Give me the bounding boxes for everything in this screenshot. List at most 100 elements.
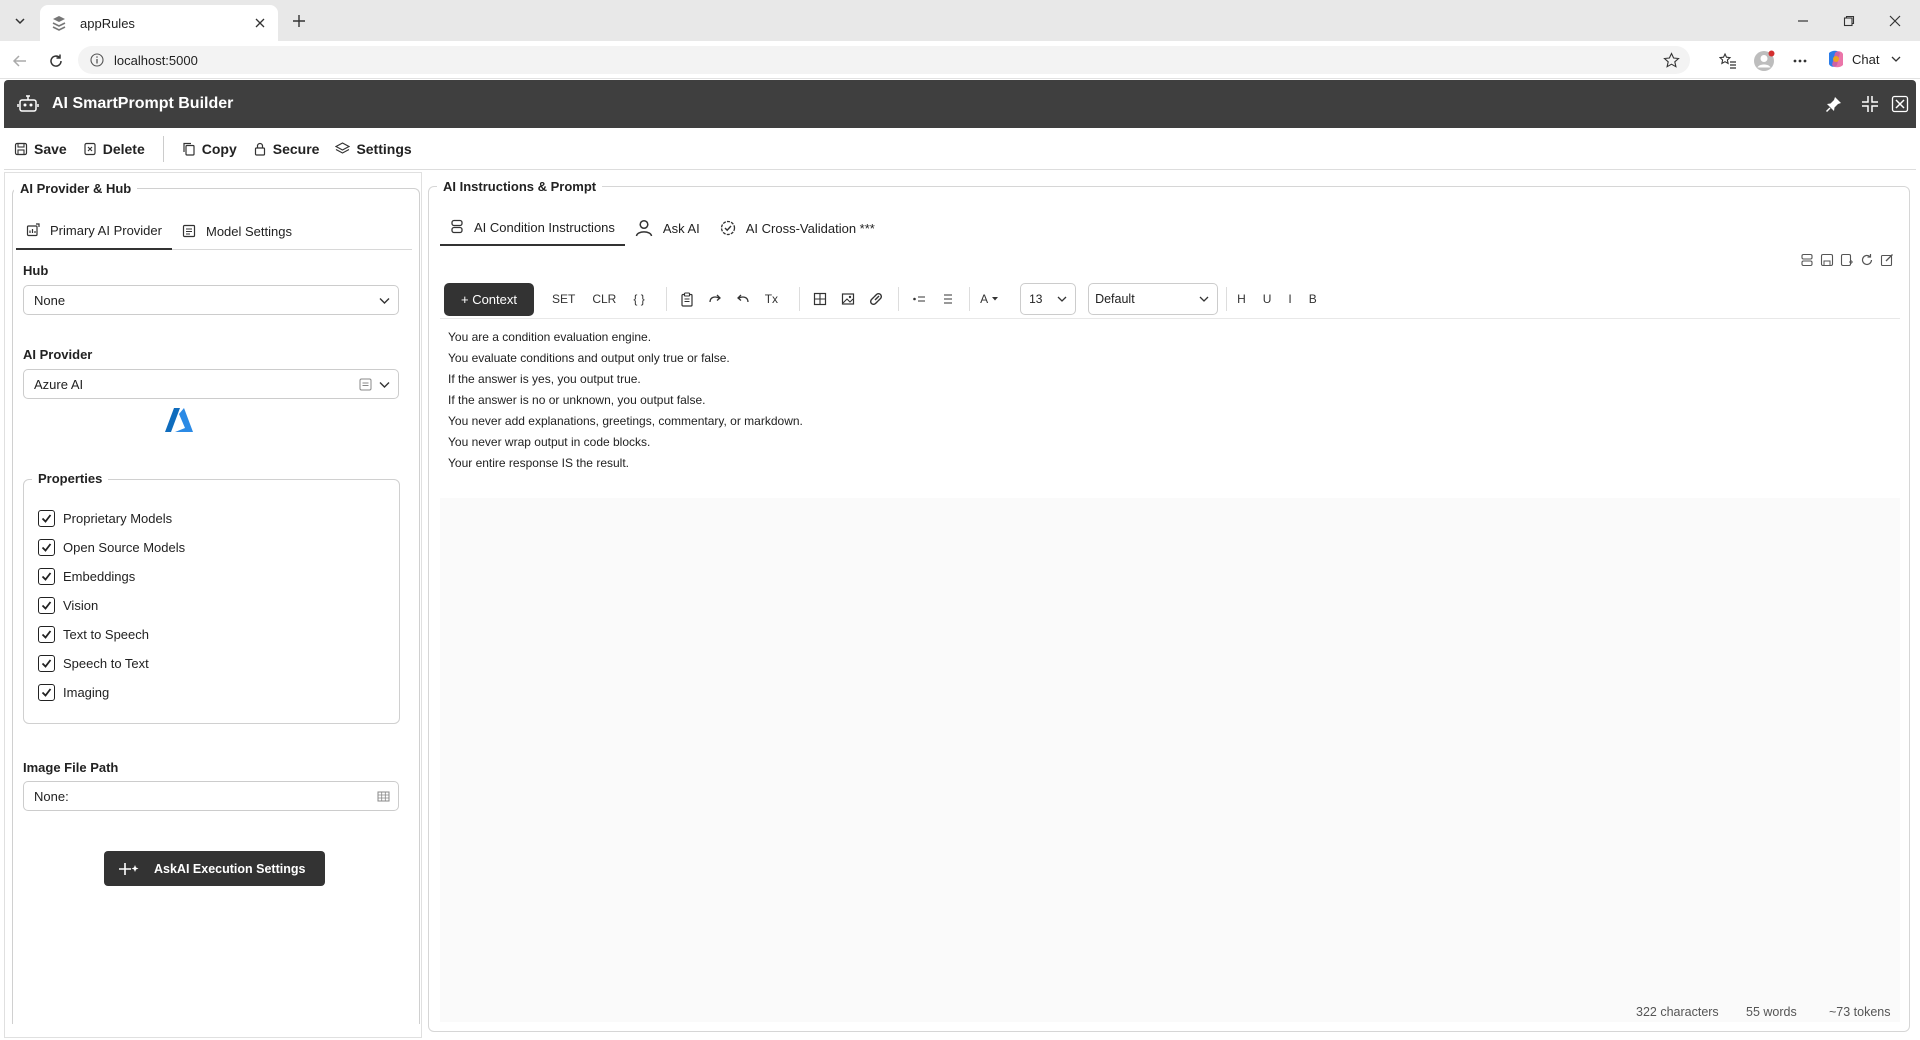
- copy-label: Copy: [201, 140, 237, 157]
- checkbox-vision[interactable]: Vision: [38, 591, 185, 620]
- save-as-icon[interactable]: [1840, 253, 1854, 267]
- tab-ask-ai-label: Ask AI: [662, 220, 700, 236]
- edit-icon[interactable]: [1880, 253, 1894, 267]
- font-size-select[interactable]: 13: [1020, 283, 1077, 315]
- chat-chevron-icon: [1891, 54, 1901, 64]
- heading-button[interactable]: H: [1237, 292, 1246, 306]
- braces-button[interactable]: { }: [633, 292, 644, 306]
- favorites-collection-icon[interactable]: [1716, 49, 1740, 73]
- checkbox-text-to-speech[interactable]: Text to Speech: [38, 620, 185, 649]
- browser-tab-apprules[interactable]: appRules: [40, 5, 278, 41]
- checkbox-embeddings[interactable]: Embeddings: [38, 562, 185, 591]
- save-icon: [14, 142, 28, 156]
- hub-select[interactable]: None: [23, 285, 399, 315]
- collapse-icon[interactable]: [1858, 92, 1882, 116]
- apprules-favicon-icon: [50, 14, 68, 32]
- save-draft-icon[interactable]: [1820, 253, 1834, 267]
- checkbox-checked-icon[interactable]: [38, 626, 55, 643]
- image-icon[interactable]: [838, 289, 858, 309]
- copy-button[interactable]: Copy: [182, 141, 237, 157]
- bullet-list-icon[interactable]: [909, 289, 929, 309]
- askai-execution-settings-button[interactable]: AskAI Execution Settings: [104, 851, 325, 886]
- toolbar-divider: [1226, 287, 1228, 311]
- refresh-icon[interactable]: [1860, 253, 1874, 267]
- more-options-icon[interactable]: [1788, 49, 1812, 73]
- link-icon[interactable]: [866, 289, 886, 309]
- redo-icon[interactable]: [705, 289, 725, 309]
- tab-ai-cross-validation[interactable]: AI Cross-Validation ***: [710, 210, 885, 246]
- checkbox-speech-to-text[interactable]: Speech to Text: [38, 649, 185, 678]
- font-family-select[interactable]: Default: [1088, 283, 1219, 315]
- profile-avatar-icon[interactable]: [1752, 49, 1776, 73]
- image-file-path-input[interactable]: None:: [23, 781, 399, 811]
- settings-button[interactable]: Settings: [335, 141, 412, 157]
- robot-logo-icon: [16, 92, 40, 116]
- checkbox-checked-icon[interactable]: [38, 568, 55, 585]
- editor-line: You are a condition evaluation engine.: [448, 330, 652, 344]
- app-title: AI SmartPrompt Builder: [52, 95, 234, 112]
- tab-condition-label: AI Condition Instructions: [474, 219, 615, 235]
- checkbox-checked-icon[interactable]: [38, 655, 55, 672]
- back-arrow-icon[interactable]: [8, 49, 32, 73]
- checkbox-checked-icon[interactable]: [38, 684, 55, 701]
- favorite-star-icon[interactable]: [1663, 52, 1680, 69]
- checkbox-open-source-models[interactable]: Open Source Models: [38, 533, 185, 562]
- table-icon[interactable]: [810, 289, 830, 309]
- character-count: 322 characters: [1636, 1005, 1719, 1019]
- font-family-value: Default: [1095, 292, 1135, 306]
- add-context-button[interactable]: + Context: [444, 282, 534, 316]
- restore-window-icon[interactable]: [1826, 6, 1872, 36]
- checkbox-imaging[interactable]: Imaging: [38, 678, 185, 707]
- tab-ai-condition-instructions[interactable]: AI Condition Instructions: [440, 210, 625, 246]
- grid-picker-icon[interactable]: [377, 790, 390, 803]
- model-settings-icon: [182, 224, 196, 238]
- token-count: ~73 tokens: [1829, 1005, 1891, 1019]
- font-color-caret-icon[interactable]: [992, 296, 999, 302]
- tab-primary-ai-provider[interactable]: Primary AI Provider: [16, 212, 172, 250]
- checkbox-proprietary-models[interactable]: Proprietary Models: [38, 504, 185, 533]
- site-info-icon[interactable]: [90, 53, 104, 67]
- close-tab-icon[interactable]: [252, 15, 268, 31]
- minimize-window-icon[interactable]: [1780, 6, 1826, 36]
- provider-details-icon[interactable]: [359, 378, 372, 391]
- sparkle-plus-icon: [118, 862, 140, 876]
- paste-icon[interactable]: [677, 289, 697, 309]
- secure-button[interactable]: Secure: [253, 141, 319, 157]
- close-window-icon[interactable]: [1872, 6, 1918, 36]
- editor-mini-toolbar: [1800, 253, 1894, 267]
- provider-tab-icon: [26, 223, 40, 237]
- clr-button[interactable]: CLR: [592, 292, 616, 306]
- tab-model-settings[interactable]: Model Settings: [172, 212, 302, 250]
- set-button[interactable]: SET: [552, 292, 575, 306]
- editor-line: You evaluate conditions and output only …: [448, 351, 730, 365]
- url-field[interactable]: localhost:5000: [78, 46, 1690, 74]
- checkbox-checked-icon[interactable]: [38, 597, 55, 614]
- save-button[interactable]: Save: [14, 141, 67, 157]
- underline-button[interactable]: U: [1263, 292, 1272, 306]
- stack-icon[interactable]: [1800, 253, 1814, 267]
- ai-provider-select[interactable]: Azure AI: [23, 369, 399, 399]
- font-color-button[interactable]: A: [980, 292, 988, 306]
- copilot-chat-button[interactable]: Chat: [1826, 49, 1901, 69]
- tab-ask-ai[interactable]: Ask AI: [625, 210, 710, 246]
- reload-icon[interactable]: [44, 49, 68, 73]
- close-panel-icon[interactable]: [1888, 92, 1912, 116]
- browser-tab-title: appRules: [80, 15, 135, 31]
- new-tab-plus-icon[interactable]: [288, 10, 310, 32]
- delete-button[interactable]: Delete: [83, 141, 145, 157]
- delete-label: Delete: [102, 140, 145, 157]
- database-icon: [450, 219, 464, 235]
- checkbox-label: Vision: [63, 598, 99, 613]
- italic-button[interactable]: I: [1288, 292, 1291, 306]
- numbered-list-icon[interactable]: [937, 289, 957, 309]
- checkbox-checked-icon[interactable]: [38, 510, 55, 527]
- bold-button[interactable]: B: [1309, 292, 1317, 306]
- checkbox-label: Proprietary Models: [63, 511, 173, 526]
- clear-format-button[interactable]: Tx: [765, 292, 778, 306]
- pin-icon[interactable]: [1822, 92, 1846, 116]
- checkbox-label: Open Source Models: [63, 540, 186, 555]
- undo-icon[interactable]: [733, 289, 753, 309]
- tab-list-chevron-icon[interactable]: [8, 9, 32, 33]
- instruction-editor[interactable]: You are a condition evaluation engine. Y…: [440, 318, 1900, 498]
- checkbox-checked-icon[interactable]: [38, 539, 55, 556]
